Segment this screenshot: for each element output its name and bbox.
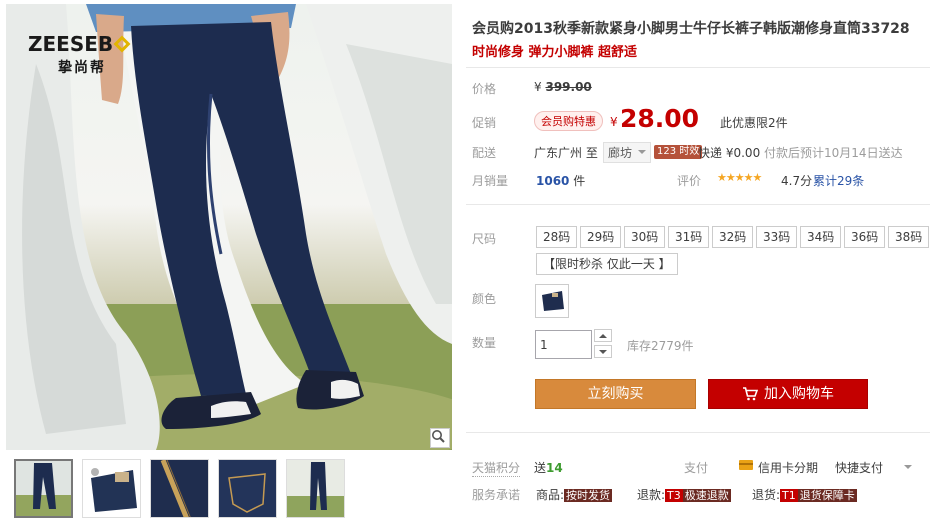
promo-price: 28.00: [620, 104, 700, 133]
chevron-down-icon: [638, 150, 647, 154]
monthly-sales: 1060 件: [536, 174, 586, 188]
size-option[interactable]: 30码: [624, 226, 666, 248]
credit-card-icon: [739, 460, 753, 470]
service-label: 服务承诺: [472, 488, 521, 502]
add-to-cart-button[interactable]: 加入购物车: [708, 379, 868, 409]
divider: [466, 204, 930, 205]
thumbnail-zipper-closeup[interactable]: [150, 459, 209, 518]
points-value: 送14: [534, 461, 563, 475]
divider: [466, 432, 930, 433]
thumbnail-model-front[interactable]: [14, 459, 73, 518]
ship-from: 广东广州 至: [534, 146, 598, 160]
color-label: 颜色: [472, 292, 497, 306]
size-option[interactable]: 29码: [580, 226, 622, 248]
brand-logo: ZEESEB 挚尚帮: [28, 32, 131, 77]
thumbnail-folded-jeans[interactable]: [82, 459, 141, 518]
thumbnail-strip: [14, 459, 345, 518]
review-count-link[interactable]: 累计29条: [813, 172, 864, 189]
promo-currency: ¥: [610, 115, 618, 129]
shipping-label: 配送: [472, 146, 497, 160]
add-to-cart-label: 加入购物车: [764, 386, 834, 402]
size-option[interactable]: 32码: [712, 226, 754, 248]
quantity-decrement[interactable]: [594, 345, 612, 358]
cart-icon: [743, 387, 758, 401]
points-label[interactable]: 天猫积分: [472, 459, 521, 477]
rating-label: 评价: [677, 174, 702, 188]
buy-now-button[interactable]: 立刻购买: [535, 379, 696, 409]
stock-count: 库存2779件: [627, 339, 694, 353]
zoom-button[interactable]: [430, 428, 450, 448]
quantity-label: 数量: [472, 336, 497, 350]
quantity-input[interactable]: [535, 330, 592, 359]
main-product-image[interactable]: ZEESEB 挚尚帮: [6, 4, 452, 450]
service-refund: 退款: T3 极速退款: [637, 488, 731, 502]
size-option[interactable]: 36码: [844, 226, 886, 248]
product-title: 会员购2013秋季新款紧身小脚男士牛仔长裤子韩版潮修身直筒33728: [472, 21, 910, 37]
original-price: ¥ 399.00: [534, 80, 592, 94]
chevron-up-icon: [599, 333, 607, 338]
installment-option[interactable]: 信用卡分期: [758, 459, 818, 476]
magnifier-icon: [432, 430, 445, 443]
size-option[interactable]: 28码: [536, 226, 578, 248]
star-rating-icon: ★★★★★: [717, 171, 762, 184]
thumbnail-back-pocket[interactable]: [218, 459, 277, 518]
divider: [466, 67, 930, 68]
color-swatch-navy[interactable]: [535, 284, 569, 318]
product-subtitle: 时尚修身 弹力小脚裤 超舒适: [472, 45, 638, 60]
ship-destination-select[interactable]: 廊坊: [603, 142, 652, 163]
rating-score: 4.7分: [781, 174, 813, 188]
promo-tag: 会员购特惠: [534, 111, 603, 131]
flash-sale-option[interactable]: 【限时秒杀 仅此一天 】: [536, 253, 678, 275]
size-option[interactable]: 31码: [668, 226, 710, 248]
sales-label: 月销量: [472, 174, 509, 188]
chevron-down-icon[interactable]: [904, 465, 912, 469]
chevron-down-icon: [599, 349, 607, 354]
eta-badge: 123 时效: [654, 145, 703, 159]
quantity-increment[interactable]: [594, 329, 612, 342]
jeans-swatch-icon: [542, 291, 564, 311]
price-label: 价格: [472, 82, 497, 96]
brand-subtitle: 挚尚帮: [58, 60, 106, 76]
thumbnail-model-outdoor[interactable]: [286, 459, 345, 518]
size-option[interactable]: 33码: [756, 226, 798, 248]
quickpay-dropdown[interactable]: 快捷支付: [835, 459, 883, 476]
size-option[interactable]: 38码: [888, 226, 930, 248]
shipping-info: 快递 ¥0.00 付款后预计10月14日送达: [698, 146, 903, 160]
brand-name: ZEESEB: [28, 32, 114, 56]
size-label: 尺码: [472, 232, 497, 246]
size-option[interactable]: 34码: [800, 226, 842, 248]
ship-destination-value: 廊坊: [608, 146, 633, 160]
promo-limit: 此优惠限2件: [720, 116, 788, 130]
service-goods: 商品: 按时发货: [536, 488, 613, 502]
service-return: 退货: T1 退货保障卡: [752, 488, 857, 502]
payment-label: 支付: [684, 461, 709, 475]
promo-label: 促销: [472, 116, 497, 130]
diamond-icon: [113, 35, 131, 53]
